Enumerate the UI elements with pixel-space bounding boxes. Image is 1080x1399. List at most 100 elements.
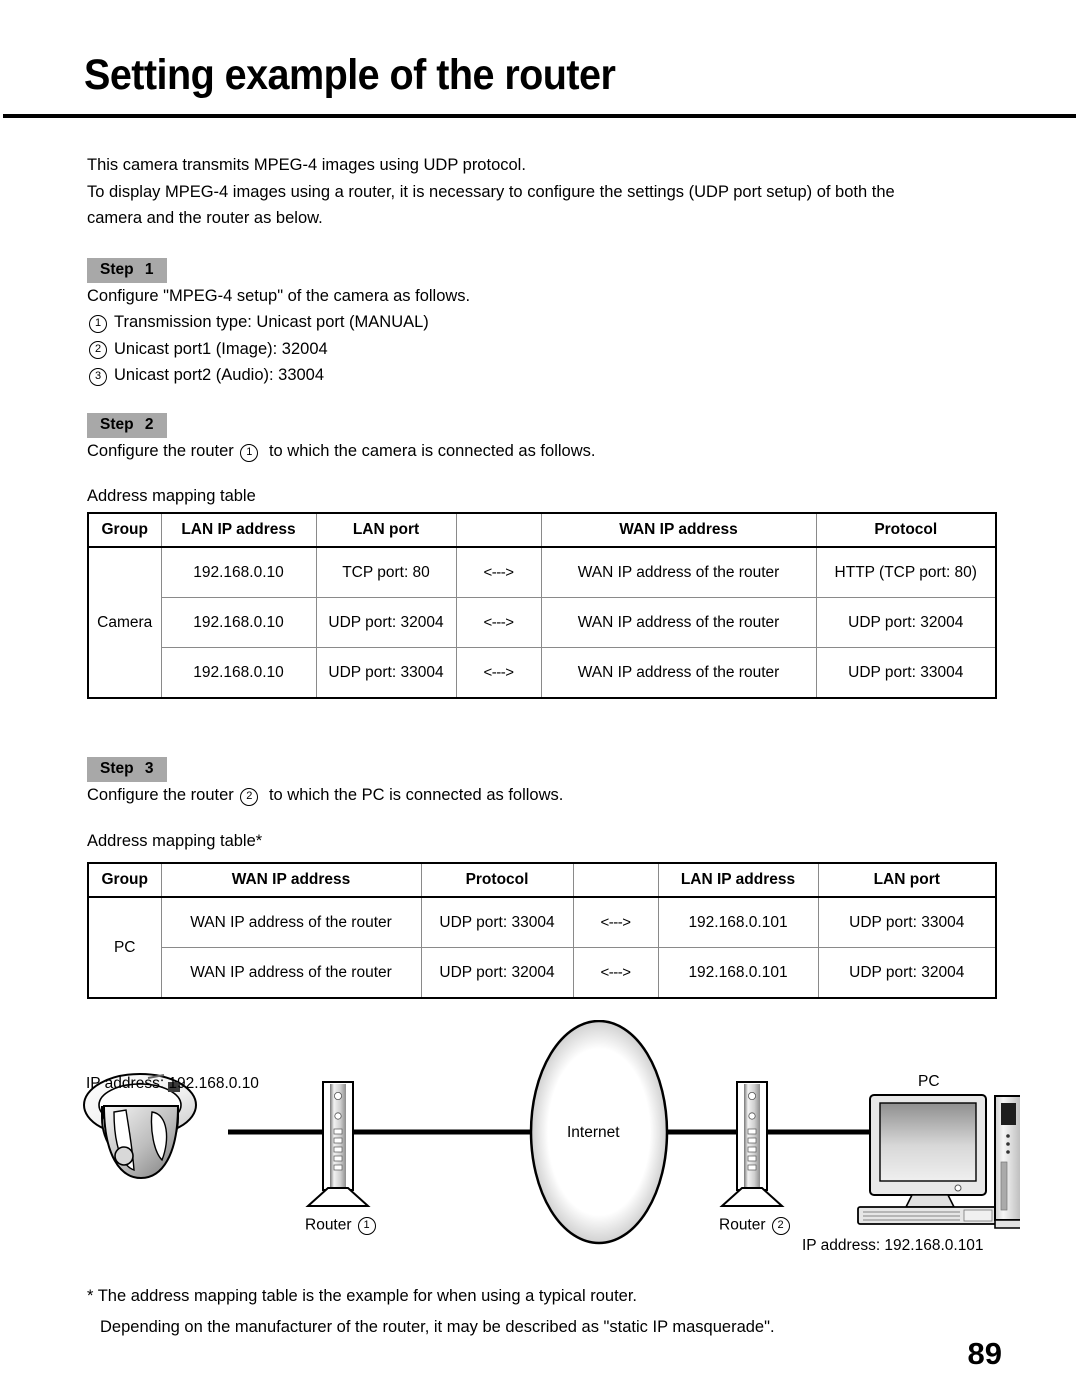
- page-number: 89: [967, 1336, 1002, 1371]
- intro-line-2: To display MPEG-4 images using a router,…: [87, 182, 895, 201]
- column-header-wan-ip-address: WAN IP address: [540, 513, 817, 548]
- step-1-badge: Step 1: [87, 258, 167, 283]
- column-header-lan-ip-address: LAN IP address: [160, 513, 317, 548]
- cell-wan-ip: WAN IP address of the router: [160, 896, 422, 948]
- network-diagram-svg: [83, 1020, 1020, 1245]
- step-3-badge: Step 3: [87, 757, 167, 782]
- pc-label: PC: [918, 1073, 940, 1090]
- internet-label: Internet: [567, 1124, 620, 1141]
- table-row: PC WAN IP address of the router UDP port…: [88, 896, 996, 999]
- step-1-item-1-label: Transmission type: Unicast port (MANUAL): [114, 313, 429, 331]
- column-header-arrow: [455, 513, 542, 548]
- cell-group-pc: PC: [88, 896, 162, 999]
- footnote: * The address mapping table is the examp…: [87, 1281, 775, 1343]
- intro-line-3: camera and the router as below.: [87, 209, 323, 227]
- router-1-label: Router 1: [305, 1217, 378, 1235]
- cell-lan-port: TCP port: 80: [315, 546, 457, 598]
- circled-number-1-icon: 1: [357, 1217, 376, 1235]
- cell-protocol: UDP port: 33004: [420, 896, 574, 948]
- step-1-item-3-label: Unicast port2 (Audio): 33004: [114, 366, 325, 384]
- circled-number-2-icon: 2: [89, 341, 107, 359]
- column-header-arrow: [572, 863, 659, 898]
- footnote-line-2: Depending on the manufacturer of the rou…: [100, 1318, 775, 1336]
- cell-mapping-arrow: <--->: [455, 647, 542, 698]
- column-header-lan-ip-address: LAN IP address: [657, 863, 819, 898]
- cell-protocol: HTTP (TCP port: 80): [815, 546, 996, 598]
- circled-number-1-icon: 1: [89, 314, 107, 333]
- column-header-group: Group: [88, 513, 162, 548]
- pc-ip-label: IP address: 192.168.0.101: [802, 1237, 984, 1254]
- cell-lan-ip: 192.168.0.10: [161, 597, 317, 648]
- column-header-protocol: Protocol: [815, 513, 996, 548]
- cell-mapping-arrow: <--->: [572, 896, 659, 948]
- table-row: WAN IP address of the router UDP port: 3…: [88, 947, 996, 998]
- step-1-badge-word: Step: [100, 261, 134, 278]
- table-row: 192.168.0.10 UDP port: 32004 <---> WAN I…: [88, 597, 996, 648]
- cell-protocol: UDP port: 32004: [815, 597, 996, 648]
- address-mapping-table-camera: Group LAN IP address LAN port WAN IP add…: [87, 512, 997, 699]
- document-page: Setting example of the router This camer…: [0, 0, 1080, 1399]
- column-header-wan-ip-address: WAN IP address: [160, 863, 422, 898]
- cell-mapping-arrow: <--->: [455, 597, 542, 648]
- step-1-item-3: 3 Unicast port2 (Audio): 33004: [87, 362, 429, 389]
- circled-number-3-icon: 3: [89, 367, 107, 386]
- cell-lan-port: UDP port: 33004: [315, 647, 457, 698]
- step-1-item-1: 1 Transmission type: Unicast port (MANUAL…: [87, 309, 429, 336]
- cell-lan-port: UDP port: 33004: [817, 896, 996, 948]
- step-1-badge-number: 1: [144, 261, 154, 278]
- step-3-badge-number: 3: [144, 760, 154, 777]
- router-2-icon: [719, 1081, 785, 1207]
- page-title: Setting example of the router: [84, 51, 616, 99]
- circled-number-2-icon: 2: [240, 787, 259, 806]
- column-header-lan-port: LAN port: [817, 863, 996, 898]
- cell-lan-ip: 192.168.0.10: [160, 546, 317, 598]
- step-2-badge-word: Step: [100, 416, 134, 433]
- cell-lan-ip: 192.168.0.101: [657, 896, 819, 948]
- step-3-description: Configure the router 2 to which the PC i…: [87, 782, 563, 809]
- address-mapping-table-pc: Group WAN IP address Protocol LAN IP add…: [87, 862, 997, 999]
- cell-wan-ip: WAN IP address of the router: [540, 597, 817, 648]
- step-3-description-pre: Configure the router: [87, 786, 234, 804]
- column-header-lan-port: LAN port: [315, 513, 457, 548]
- pc-icon: [857, 1094, 1020, 1229]
- cell-wan-ip: WAN IP address of the router: [540, 647, 817, 698]
- cell-protocol: UDP port: 33004: [815, 647, 996, 698]
- step-1-item-2: 2 Unicast port1 (Image): 32004: [87, 336, 429, 363]
- camera-ip-label: IP address: 192.168.0.10: [86, 1075, 259, 1092]
- step-3-table-caption: Address mapping table*: [87, 832, 263, 850]
- column-header-protocol: Protocol: [420, 863, 574, 898]
- step-2-badge-number: 2: [144, 416, 154, 433]
- router-2-label: Router 2: [719, 1217, 792, 1235]
- network-topology-diagram: IP address: 192.168.0.10 Router 1 Interne…: [80, 1020, 1020, 1260]
- step-2-description: Configure the router 1 to which the came…: [87, 438, 595, 465]
- cell-lan-ip: 192.168.0.10: [161, 647, 317, 698]
- step-2-description-pre: Configure the router: [87, 442, 234, 460]
- title-divider: [3, 114, 1076, 118]
- cell-lan-ip: 192.168.0.101: [657, 947, 819, 998]
- column-header-group: Group: [88, 863, 162, 898]
- table-header-row: Group WAN IP address Protocol LAN IP add…: [88, 863, 996, 898]
- cell-lan-port: UDP port: 32004: [315, 597, 457, 648]
- step-2-badge: Step 2: [87, 413, 167, 438]
- step-3-description-post: to which the PC is connected as follows.: [268, 786, 564, 804]
- cell-lan-port: UDP port: 32004: [817, 947, 996, 998]
- step-3-badge-word: Step: [100, 760, 134, 777]
- step-1-description: Configure "MPEG-4 setup" of the camera a…: [87, 287, 471, 305]
- step-2-description-post: to which the camera is connected as foll…: [268, 442, 596, 460]
- step-1-item-list: 1 Transmission type: Unicast port (MANUAL…: [87, 309, 429, 389]
- cell-wan-ip: WAN IP address of the router: [161, 947, 422, 998]
- cell-protocol: UDP port: 32004: [420, 947, 574, 998]
- footnote-line-1: * The address mapping table is the examp…: [87, 1287, 638, 1305]
- circled-number-2-icon: 2: [771, 1217, 790, 1235]
- cell-mapping-arrow: <--->: [455, 546, 542, 598]
- step-1-item-2-label: Unicast port1 (Image): 32004: [114, 339, 328, 358]
- table-row: 192.168.0.10 UDP port: 33004 <---> WAN I…: [88, 647, 996, 698]
- intro-paragraph: This camera transmits MPEG-4 images usin…: [87, 152, 1007, 232]
- router-1-icon: [305, 1081, 371, 1207]
- cell-mapping-arrow: <--->: [572, 947, 659, 998]
- cell-wan-ip: WAN IP address of the router: [540, 546, 817, 598]
- table-header-row: Group LAN IP address LAN port WAN IP add…: [88, 513, 996, 548]
- cell-group-camera: Camera: [88, 546, 162, 699]
- intro-line-1: This camera transmits MPEG-4 images usin…: [87, 156, 526, 174]
- step-2-table-caption: Address mapping table: [87, 487, 256, 505]
